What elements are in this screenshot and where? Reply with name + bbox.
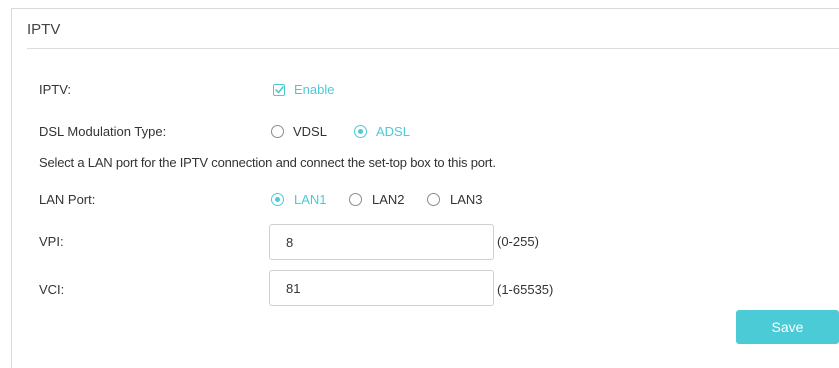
lan-port-option-lan3-label[interactable]: LAN3 [450, 192, 483, 207]
lan-port-radio-lan1[interactable] [271, 193, 284, 206]
dsl-option-adsl-label[interactable]: ADSL [376, 124, 410, 139]
iptv-enable-checkbox[interactable] [273, 84, 285, 96]
iptv-enable-label[interactable]: Enable [294, 82, 334, 97]
lan-port-radio-lan3[interactable] [427, 193, 440, 206]
iptv-panel [11, 8, 839, 368]
dsl-modulation-label: DSL Modulation Type: [39, 124, 167, 139]
vci-input[interactable] [269, 270, 494, 306]
section-title: IPTV [27, 21, 61, 38]
vpi-input[interactable] [269, 224, 494, 260]
lan-port-note: Select a LAN port for the IPTV connectio… [39, 155, 496, 170]
dsl-option-vdsl-label[interactable]: VDSL [293, 124, 327, 139]
save-button[interactable]: Save [736, 310, 839, 344]
dsl-radio-adsl[interactable] [354, 125, 367, 138]
vpi-label: VPI: [39, 234, 64, 249]
iptv-label: IPTV: [39, 82, 72, 97]
vpi-range-hint: (0-255) [497, 234, 539, 249]
lan-port-label: LAN Port: [39, 192, 96, 207]
dsl-radio-vdsl[interactable] [271, 125, 284, 138]
lan-port-option-lan2-label[interactable]: LAN2 [372, 192, 405, 207]
lan-port-radio-lan2[interactable] [349, 193, 362, 206]
vci-label: VCI: [39, 282, 65, 297]
lan-port-option-lan1-label[interactable]: LAN1 [294, 192, 327, 207]
section-divider [27, 48, 839, 49]
vci-range-hint: (1-65535) [497, 282, 554, 297]
checkmark-icon [274, 86, 284, 94]
